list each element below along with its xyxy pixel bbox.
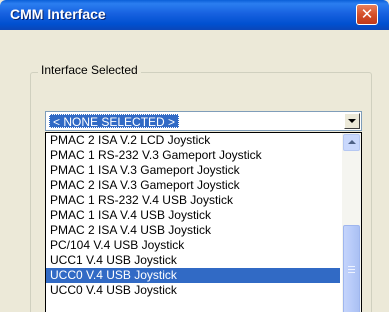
list-item[interactable]: UCC0 V.4 USB Joystick bbox=[46, 283, 340, 298]
title-bar[interactable]: CMM Interface ✕ bbox=[0, 0, 389, 30]
list-item[interactable]: PMAC 2 ISA V.4 USB Joystick bbox=[46, 223, 340, 238]
list-item[interactable]: PMAC 1 RS-232 V.3 Gameport Joystick bbox=[46, 148, 340, 163]
dropdown-items: PMAC 2 ISA V.2 LCD Joystick PMAC 1 RS-232… bbox=[46, 133, 340, 298]
list-item[interactable]: UCC0 V.4 USB Joystick bbox=[46, 268, 340, 283]
dialog-window: CMM Interface ✕ Interface Selected < NON… bbox=[0, 0, 389, 312]
combo-selected-value: < NONE SELECTED > bbox=[49, 114, 180, 129]
scroll-up-arrow-icon[interactable] bbox=[343, 134, 360, 151]
list-item[interactable]: PMAC 2 ISA V.2 LCD Joystick bbox=[46, 133, 340, 148]
thumb-grip-icon bbox=[348, 272, 355, 273]
thumb-grip-icon bbox=[348, 266, 355, 267]
scroll-thumb[interactable] bbox=[343, 225, 360, 312]
list-item[interactable]: UCC1 V.4 USB Joystick bbox=[46, 253, 340, 268]
list-item[interactable]: PMAC 2 ISA V.3 Gameport Joystick bbox=[46, 178, 340, 193]
group-label: Interface Selected bbox=[38, 63, 141, 77]
list-item[interactable]: PMAC 1 ISA V.4 USB Joystick bbox=[46, 208, 340, 223]
thumb-grip-icon bbox=[348, 269, 355, 270]
dropdown-arrow-icon[interactable] bbox=[344, 113, 360, 129]
window-title: CMM Interface bbox=[10, 6, 106, 22]
list-item[interactable]: PC/104 V.4 USB Joystick bbox=[46, 238, 340, 253]
close-button[interactable]: ✕ bbox=[356, 4, 378, 25]
list-item[interactable]: PMAC 1 RS-232 V.4 USB Joystick bbox=[46, 193, 340, 208]
close-icon: ✕ bbox=[360, 5, 374, 23]
scrollbar[interactable] bbox=[342, 133, 361, 312]
list-item[interactable]: PMAC 1 ISA V.3 Gameport Joystick bbox=[46, 163, 340, 178]
interface-combobox[interactable]: < NONE SELECTED > bbox=[45, 111, 362, 131]
interface-dropdown-list[interactable]: PMAC 2 ISA V.2 LCD Joystick PMAC 1 RS-232… bbox=[45, 132, 362, 312]
